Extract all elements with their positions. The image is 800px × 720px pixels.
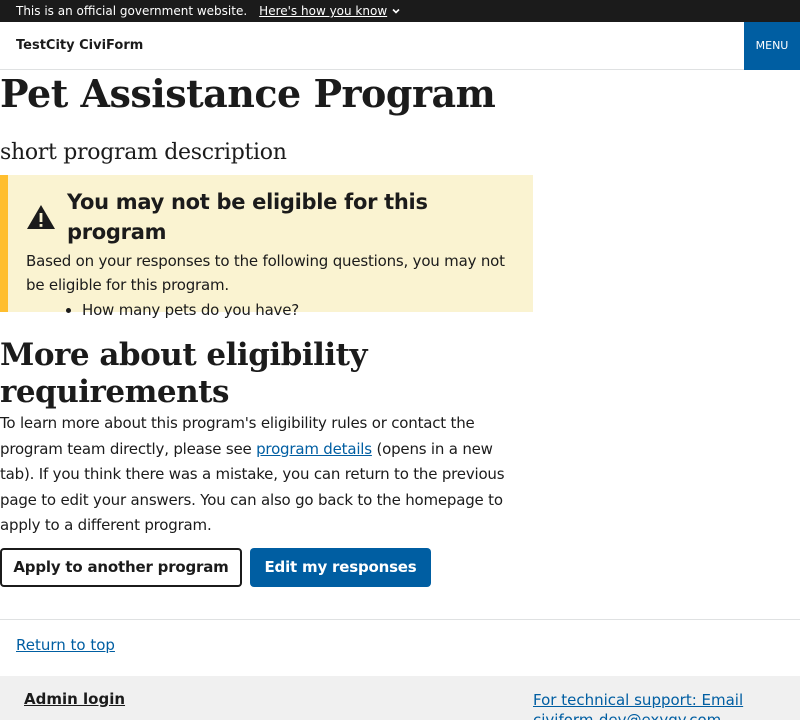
alert-title: You may not be eligible for this program bbox=[67, 190, 428, 244]
main-content: Pet Assistance Program short program des… bbox=[0, 71, 800, 587]
tech-support-link[interactable]: For technical support: Email civiform-de… bbox=[533, 690, 763, 720]
site-title[interactable]: TestCity CiviForm bbox=[0, 38, 143, 53]
gov-banner-link-label: Here's how you know bbox=[259, 4, 388, 18]
warning-icon bbox=[27, 205, 55, 229]
eligibility-heading: More about eligibility requirements bbox=[0, 337, 368, 410]
alert-header: You may not be eligible for this program bbox=[26, 187, 513, 247]
edit-responses-button[interactable]: Edit my responses bbox=[250, 547, 431, 587]
footer-divider bbox=[0, 619, 800, 620]
gov-banner-link[interactable]: Here's how you know bbox=[259, 4, 401, 18]
site-footer: Admin login For technical support: Email… bbox=[0, 676, 800, 720]
gov-banner: This is an official government website. … bbox=[0, 0, 800, 22]
ineligible-question-list: How many pets do you have? bbox=[26, 298, 513, 322]
chevron-down-icon bbox=[392, 8, 400, 14]
action-buttons: Apply to another program Edit my respons… bbox=[0, 547, 800, 587]
page-title: Pet Assistance Program bbox=[0, 71, 496, 116]
admin-login-link[interactable]: Admin login bbox=[24, 690, 125, 708]
ineligible-alert: You may not be eligible for this program… bbox=[0, 175, 533, 319]
gov-banner-text: This is an official government website. bbox=[16, 4, 248, 18]
menu-button[interactable]: MENU bbox=[744, 21, 800, 70]
alert-body: Based on your responses to the following… bbox=[26, 252, 505, 294]
program-details-link[interactable]: program details bbox=[256, 440, 372, 458]
site-header: TestCity CiviForm MENU bbox=[0, 21, 800, 70]
apply-another-program-button[interactable]: Apply to another program bbox=[0, 547, 242, 587]
eligibility-text: To learn more about this program's eligi… bbox=[0, 411, 530, 539]
ineligible-question: How many pets do you have? bbox=[82, 298, 513, 322]
program-description: short program description bbox=[0, 140, 287, 165]
return-to-top-link[interactable]: Return to top bbox=[16, 636, 115, 654]
